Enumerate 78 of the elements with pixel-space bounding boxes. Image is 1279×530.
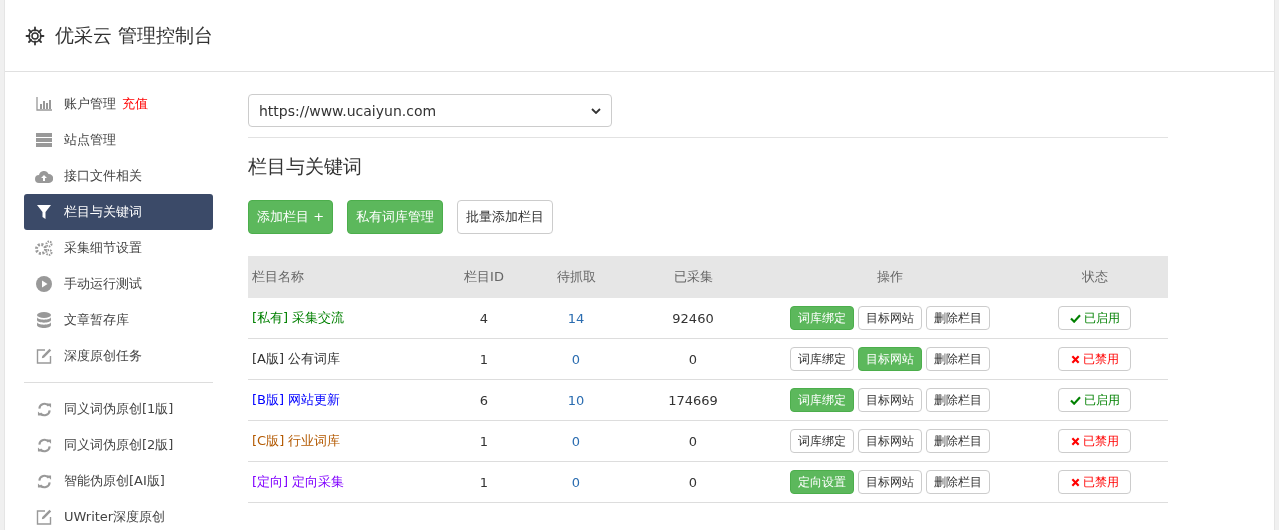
sidebar-item[interactable]: 同义词伪原创[1版] [24, 391, 213, 427]
sidebar-item[interactable]: UWriter深度原创 [24, 499, 213, 530]
sidebar-item[interactable]: 同义词伪原创[2版] [24, 427, 213, 463]
sidebar-item[interactable]: 手动运行测试 [24, 266, 213, 302]
column-name: [C版] 行业词库 [252, 433, 341, 448]
action-button[interactable]: 删除栏目 [926, 347, 990, 371]
table-cell: 1 [479, 351, 489, 367]
status-button[interactable]: 已禁用 [1058, 470, 1131, 494]
action-button[interactable]: 删除栏目 [926, 429, 990, 453]
table-cell: 1 [479, 433, 489, 449]
database-icon [37, 312, 51, 328]
gears-icon [35, 240, 53, 256]
close-icon [1070, 354, 1080, 364]
sidebar-item[interactable]: 采集细节设置 [24, 230, 213, 266]
sidebar-item[interactable]: 深度原创任务 [24, 338, 213, 374]
table-cell: 0 [688, 351, 698, 367]
action-button[interactable]: 词库绑定 [790, 429, 854, 453]
column-header: 状态 [1021, 256, 1168, 298]
column-header: 栏目ID [443, 256, 525, 298]
action-button[interactable]: 目标网站 [858, 429, 922, 453]
table-cell: 0 [688, 433, 698, 449]
sidebar-item[interactable]: 栏目与关键词 [24, 194, 213, 230]
column-name: [私有] 采集交流 [252, 310, 345, 325]
status-button[interactable]: 已启用 [1058, 388, 1131, 412]
table-cell: 0 [571, 433, 581, 449]
action-button[interactable]: 删除栏目 [926, 306, 990, 330]
refresh-icon [36, 401, 52, 417]
bar-chart-icon [36, 97, 52, 111]
sidebar-item[interactable]: 智能伪原创[AI版] [24, 463, 213, 499]
check-icon [1069, 395, 1081, 405]
table-cell: 174669 [668, 392, 718, 408]
table-cell: 0 [571, 351, 581, 367]
column-header: 操作 [759, 256, 1021, 298]
refresh-icon [36, 473, 52, 489]
sidebar-item[interactable]: 接口文件相关 [24, 158, 213, 194]
play-icon [36, 276, 52, 292]
table-cell: 1 [479, 474, 489, 490]
settings-icon [25, 25, 45, 46]
edit-icon [36, 348, 52, 364]
site-select[interactable]: https://www.ucaiyun.com [248, 94, 612, 127]
table-cell: 4 [479, 310, 489, 326]
sidebar-item[interactable]: 文章暂存库 [24, 302, 213, 338]
column-header: 栏目名称 [248, 256, 443, 298]
action-button[interactable]: 删除栏目 [926, 470, 990, 494]
column-name: [定向] 定向采集 [252, 474, 345, 489]
action-button[interactable]: 目标网站 [858, 388, 922, 412]
recharge-link[interactable]: 充值 [122, 95, 148, 113]
action-button[interactable]: 词库绑定 [790, 347, 854, 371]
sidebar-item[interactable]: 账户管理 充值 [24, 86, 213, 122]
column-header: 已采集 [627, 256, 759, 298]
action-button[interactable]: 删除栏目 [926, 388, 990, 412]
edit-icon [36, 509, 52, 525]
check-icon [1069, 313, 1081, 323]
column-name: [A版] 公有词库 [252, 351, 341, 366]
action-button[interactable]: 目标网站 [858, 306, 922, 330]
table-cell: 0 [571, 474, 581, 490]
table-cell: 10 [567, 392, 585, 408]
close-icon [1070, 436, 1080, 446]
status-button[interactable]: 已启用 [1058, 306, 1131, 330]
console-title: 优采云 管理控制台 [55, 22, 214, 48]
server-icon [36, 133, 52, 147]
cloud-upload-icon [35, 169, 53, 183]
sidebar-item[interactable]: 站点管理 [24, 122, 213, 158]
chevron-down-icon [591, 107, 601, 114]
table-cell: 0 [688, 474, 698, 490]
refresh-icon [36, 437, 52, 453]
table-cell: 6 [479, 392, 489, 408]
status-button[interactable]: 已禁用 [1058, 429, 1131, 453]
close-icon [1070, 477, 1080, 487]
action-button[interactable]: 目标网站 [858, 470, 922, 494]
column-header: 待抓取 [525, 256, 627, 298]
table-cell: 92460 [672, 310, 714, 326]
column-name: [B版] 网站更新 [252, 392, 341, 407]
toolbar-button[interactable]: 批量添加栏目 [457, 200, 554, 234]
section-title: 栏目与关键词 [248, 154, 363, 179]
status-button[interactable]: 已禁用 [1058, 347, 1131, 371]
filter-icon [37, 205, 51, 219]
table-cell: 14 [567, 310, 585, 326]
